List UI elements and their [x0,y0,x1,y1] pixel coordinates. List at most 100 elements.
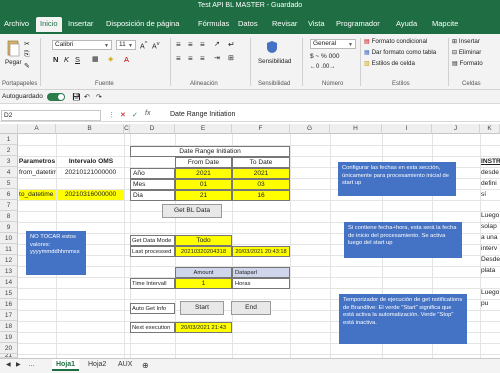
row-header-3[interactable]: 3 [0,156,18,167]
cell-a6[interactable]: to_datetime [19,190,56,200]
cell-e14[interactable]: Amount [175,267,232,278]
tab-insertar[interactable]: Insertar [68,19,93,28]
callout-temporizador[interactable]: Temporizador de ejecución de get notific… [339,294,467,344]
add-sheet-icon[interactable]: ⊕ [142,361,149,370]
end-button[interactable]: End [231,301,271,315]
cell-k10[interactable]: a una [481,233,500,243]
currency-icon[interactable]: $ ~ % 000 [310,53,339,60]
cell-e12[interactable]: 20210320204318 [175,246,232,257]
cell-k4[interactable]: desde [481,168,500,178]
tab-datos[interactable]: Datos [238,19,258,28]
format-painter-icon[interactable]: ✎ [24,62,30,70]
get-bl-data-button[interactable]: Get BL Data [162,204,222,218]
cell-e15[interactable]: 1 [175,278,232,289]
cell-k13[interactable]: plata [481,266,500,276]
autosave-toggle[interactable] [47,93,65,101]
row-header-4[interactable]: 4 [0,167,18,178]
row-header-7[interactable]: 7 [0,200,18,211]
cell-d18[interactable]: Auto Get Info [130,303,175,314]
delete-cells-button[interactable]: ⊟ Eliminar [452,49,481,56]
cell-b6[interactable]: 20210316000000 [57,190,124,200]
cell-f15[interactable]: Horas [232,278,290,289]
row-header-5[interactable]: 5 [0,178,18,189]
cell-d11[interactable]: Get Data Mode [130,235,175,246]
align-top-icon[interactable]: ≡ [176,40,181,49]
row-header-10[interactable]: 10 [0,233,18,244]
redo-icon[interactable]: ↷ [96,93,102,101]
row-header-1[interactable]: 1 [0,134,18,145]
callout-configurar-fechas[interactable]: Configurar las fechas en esta sección, ú… [338,162,456,196]
row-header-11[interactable]: 11 [0,244,18,255]
italic-icon[interactable]: K [64,55,69,64]
row-header-18[interactable]: 18 [0,321,18,332]
cell-f14[interactable]: Dataparl [232,267,290,278]
cell-d20[interactable]: Next execution [130,322,175,333]
number-format-combo[interactable]: General ▼ [310,39,356,49]
decimal-icon[interactable]: ←0 .00→ [310,64,335,70]
orientation-icon[interactable]: ↗ [214,40,220,48]
column-header-f[interactable]: F [232,124,290,134]
tab-inicio[interactable]: Inicio [36,17,62,32]
cell-e11[interactable]: Todo [175,235,232,246]
column-header-a[interactable]: A [18,124,56,134]
cell-d2-title[interactable]: Date Range Initiation [130,146,290,157]
column-header-h[interactable]: H [330,124,382,134]
cell-k11[interactable]: interv [481,244,500,254]
row-header-17[interactable]: 17 [0,310,18,321]
format-table-button[interactable]: ▦ Dar formato como tabla [364,49,436,56]
sheet-tab-hoja2[interactable]: Hoja2 [88,361,106,368]
cell-k3[interactable]: INSTR [481,157,500,167]
tab-mapcite[interactable]: Mapcite [432,19,458,28]
cell-f12[interactable]: 20/03/2021 20:43:18 [232,246,290,257]
cell-e5[interactable]: 01 [175,179,232,190]
align-middle-icon[interactable]: ≡ [188,40,193,49]
font-name-combo[interactable]: Calibri ▼ [52,40,112,50]
tab-revisar[interactable]: Revisar [272,19,297,28]
bold-icon[interactable]: N [53,55,58,64]
row-header-9[interactable]: 9 [0,222,18,233]
undo-icon[interactable]: ↶ [84,93,90,101]
column-header-i[interactable]: I [382,124,432,134]
scroll-left-icon[interactable]: ◀ [6,361,11,368]
cell-d6[interactable]: Dia [130,190,175,201]
cell-f5[interactable]: 03 [232,179,290,190]
underline-icon[interactable]: S [75,55,80,64]
callout-no-tocar[interactable]: NO TOCAR estos valores: yyyymmddhhmmss [26,231,86,275]
enter-icon[interactable]: ✓ [132,111,138,119]
row-header-8[interactable]: 8 [0,211,18,222]
cell-f3[interactable]: To Date [232,157,290,168]
sheet-tab-aux[interactable]: AUX [118,361,132,368]
cell-d4[interactable]: Año [130,168,175,179]
cancel-icon[interactable]: ✕ [120,111,126,119]
tab-disposicion[interactable]: Disposición de página [106,19,179,28]
shrink-font-icon[interactable]: Av [152,41,160,50]
row-header-19[interactable]: 19 [0,332,18,343]
cell-k9[interactable]: solap [481,222,500,232]
borders-icon[interactable]: ▦ [92,55,99,63]
cell-d5[interactable]: Mes [130,179,175,190]
worksheet-grid[interactable]: A B C D E F G H I J K 1 2 3 4 5 6 7 8 9 … [0,124,500,358]
row-header-20[interactable]: 20 [0,343,18,354]
scroll-right-icon[interactable]: ▶ [16,361,21,368]
tab-formulas[interactable]: Fórmulas [198,19,229,28]
cell-e3[interactable]: From Date [175,157,232,168]
more-sheets-icon[interactable]: … [28,361,35,368]
sheet-tab-hoja1[interactable]: Hoja1 [52,359,80,371]
tab-programador[interactable]: Programador [336,19,380,28]
cell-styles-button[interactable]: ▥ Estilos de celda [364,60,415,67]
cell-k12[interactable]: Desde [481,255,500,265]
paste-icon[interactable] [6,39,20,57]
fx-icon[interactable]: fx [145,110,150,117]
tab-ayuda[interactable]: Ayuda [396,19,417,28]
cell-f4[interactable]: 2021 [232,168,290,179]
row-header-6[interactable]: 6 [0,189,18,200]
save-icon[interactable]: 💾︎ [72,93,81,101]
row-header-16[interactable]: 16 [0,299,18,310]
paste-button[interactable]: Pegar [5,59,22,66]
cell-a4[interactable]: from_datetime [19,168,56,178]
font-color-icon[interactable]: A [124,55,129,64]
cell-d15[interactable]: Time Intervall [130,278,175,289]
row-header-14[interactable]: 14 [0,277,18,288]
row-header-13[interactable]: 13 [0,266,18,277]
font-size-combo[interactable]: 11 ▼ [116,40,136,50]
